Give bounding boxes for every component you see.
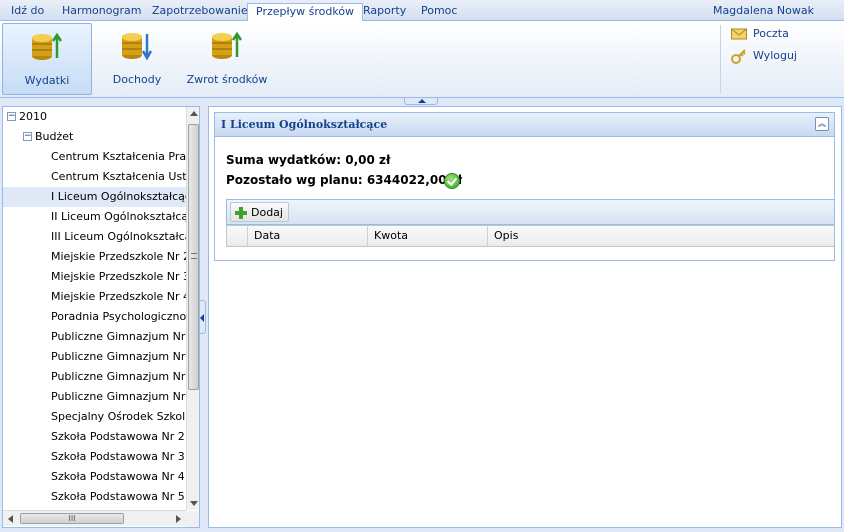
scrollbar-thumb[interactable] <box>188 124 199 390</box>
row-number-column <box>227 226 247 246</box>
scrollbar-corner <box>186 511 199 527</box>
collapse-icon[interactable]: − <box>23 132 32 141</box>
tree-item-label: Publiczne Gimnazjum Nr 2 <box>51 350 196 363</box>
menu-item-demand[interactable]: Zapotrzebowanie <box>144 3 256 20</box>
ribbon-separator <box>720 25 721 93</box>
menu-item-help[interactable]: Pomoc <box>413 3 465 20</box>
scroll-up-icon[interactable] <box>190 111 198 116</box>
column-description[interactable]: Opis <box>487 226 835 246</box>
tree-item-label: Publiczne Gimnazjum Nr 4 <box>51 390 196 403</box>
menu-item-go-to[interactable]: Idź do <box>3 3 52 20</box>
grip-icon <box>191 253 197 259</box>
tree-item[interactable]: Publiczne Gimnazjum Nr 4 <box>3 387 196 407</box>
checkmark-icon <box>444 173 460 189</box>
add-button-label: Dodaj <box>251 206 283 219</box>
main-area: I Liceum Ogólnokształcące ︽ Suma wydatkó… <box>208 106 842 528</box>
ribbon: Wydatki Dochody Zwrot środków Poczta Wyl… <box>0 21 844 98</box>
coins-down-icon <box>122 33 153 61</box>
coins-up-icon <box>32 32 63 60</box>
tree-item[interactable]: Szkoła Podstawowa Nr 4 <box>3 467 186 487</box>
tree-item[interactable]: Miejskie Przedszkole Nr 2 <box>3 247 190 267</box>
tree-item-label: III Liceum Ogólnokształcące <box>51 230 200 243</box>
mail-label: Poczta <box>753 27 789 40</box>
panel-title: I Liceum Ogólnokształcące <box>221 118 388 131</box>
coins-return-icon <box>212 31 243 59</box>
expenses-sum: Suma wydatków: 0,00 zł <box>226 153 391 167</box>
mail-icon <box>731 28 747 40</box>
tree-item-label: Szkoła Podstawowa Nr 2 <box>51 430 185 443</box>
tree-item-label: Miejskie Przedszkole Nr 2 <box>51 250 191 263</box>
user-name: Magdalena Nowak <box>712 4 814 17</box>
grid-header: Data Kwota Opis <box>226 225 834 247</box>
tree-item-label: Specjalny Ośrodek Szkolno- <box>51 410 200 423</box>
tree-node-root[interactable]: − 2010 <box>3 107 186 127</box>
income-button[interactable]: Dochody <box>96 23 178 95</box>
tree-item[interactable]: III Liceum Ogólnokształcące <box>3 227 199 247</box>
ribbon-collapse-handle[interactable] <box>404 98 438 105</box>
column-amount[interactable]: Kwota <box>367 226 487 246</box>
tree-item[interactable]: Poradnia Psychologiczno-Pe <box>3 307 199 327</box>
sidebar-collapse-handle[interactable] <box>200 300 206 334</box>
tree-item-selected[interactable]: I Liceum Ogólnokształcące <box>3 187 198 207</box>
tree-item-label: II Liceum Ogólnokształcące <box>51 210 200 223</box>
tree-item-label: I Liceum Ogólnokształcące <box>51 190 198 203</box>
tree-vertical-scrollbar[interactable] <box>186 107 199 510</box>
tree-panel: − 2010 − Budżet Centrum Kształcenia Prak… <box>2 106 200 528</box>
tree-item[interactable]: Centrum Kształcenia Ustaw <box>3 167 199 187</box>
tree-item-label: Publiczne Gimnazjum Nr 3 <box>51 370 196 383</box>
tree-item-label: Miejskie Przedszkole Nr 3 <box>51 270 191 283</box>
refund-button[interactable]: Zwrot środków <box>184 23 270 95</box>
tree-item-label: Poradnia Psychologiczno-Pe <box>51 310 200 323</box>
menu-bar: Idź do Harmonogram Zapotrzebowanie Przep… <box>0 0 844 21</box>
tree-budget-label: Budżet <box>35 130 74 143</box>
school-panel: I Liceum Ogólnokształcące ︽ Suma wydatkó… <box>214 112 835 261</box>
plus-icon <box>235 207 247 219</box>
tree-item-label: Centrum Kształcenia Prakty <box>51 150 200 163</box>
scroll-down-icon[interactable] <box>190 501 198 506</box>
tree-item[interactable]: Szkoła Podstawowa Nr 5 <box>3 487 186 507</box>
scroll-left-icon[interactable] <box>8 515 13 523</box>
tree-item[interactable]: Publiczne Gimnazjum Nr 1 <box>3 327 196 347</box>
tree-item-label: Miejskie Przedszkole Nr 4 <box>51 290 191 303</box>
tree-item-label: Centrum Kształcenia Ustaw <box>51 170 200 183</box>
tree-item[interactable]: II Liceum Ogólnokształcące <box>3 207 199 227</box>
key-icon <box>731 49 746 64</box>
tree-item[interactable]: Specjalny Ośrodek Szkolno- <box>3 407 199 427</box>
expenses-button[interactable]: Wydatki <box>2 23 92 95</box>
tree-item[interactable]: Szkoła Podstawowa Nr 2 <box>3 427 186 447</box>
refund-label: Zwrot środków <box>186 73 268 86</box>
remaining-budget: Pozostało wg planu: 6344022,00 zł <box>226 173 463 187</box>
add-button[interactable]: Dodaj <box>230 202 289 222</box>
tree-root-label: 2010 <box>19 110 47 123</box>
menu-item-reports[interactable]: Raporty <box>355 3 414 20</box>
scroll-right-icon[interactable] <box>176 515 181 523</box>
tree-item-label: Szkoła Podstawowa Nr 3 <box>51 450 185 463</box>
tree-item[interactable]: Szkoła Podstawowa Nr 3 <box>3 447 186 467</box>
income-label: Dochody <box>112 73 162 86</box>
grid-toolbar: Dodaj <box>226 199 834 225</box>
tree-node-budget[interactable]: − Budżet <box>3 127 186 147</box>
tree-item-label: Szkoła Podstawowa Nr 4 <box>51 470 185 483</box>
panel-header: I Liceum Ogólnokształcące ︽ <box>215 113 834 137</box>
expenses-label: Wydatki <box>24 74 70 87</box>
tree-item[interactable]: Miejskie Przedszkole Nr 4 <box>3 287 190 307</box>
logout-label: Wyloguj <box>753 49 797 62</box>
tree-item-label: Publiczne Gimnazjum Nr 1 <box>51 330 196 343</box>
tree-item[interactable]: Publiczne Gimnazjum Nr 2 <box>3 347 196 367</box>
collapse-icon[interactable]: − <box>7 112 16 121</box>
column-date[interactable]: Data <box>247 226 367 246</box>
tree-item[interactable]: Publiczne Gimnazjum Nr 3 <box>3 367 196 387</box>
tree-item[interactable]: Miejskie Przedszkole Nr 3 <box>3 267 190 287</box>
scrollbar-thumb[interactable]: III <box>20 513 124 524</box>
tree-horizontal-scrollbar[interactable]: III <box>3 510 199 527</box>
menu-item-cash-flow[interactable]: Przepływ środków <box>247 3 364 21</box>
tree-item[interactable]: Centrum Kształcenia Prakty <box>3 147 199 167</box>
menu-item-schedule[interactable]: Harmonogram <box>54 3 149 20</box>
tree-item-label: Szkoła Podstawowa Nr 5 <box>51 490 185 503</box>
collapse-panel-button[interactable]: ︽ <box>815 117 829 131</box>
